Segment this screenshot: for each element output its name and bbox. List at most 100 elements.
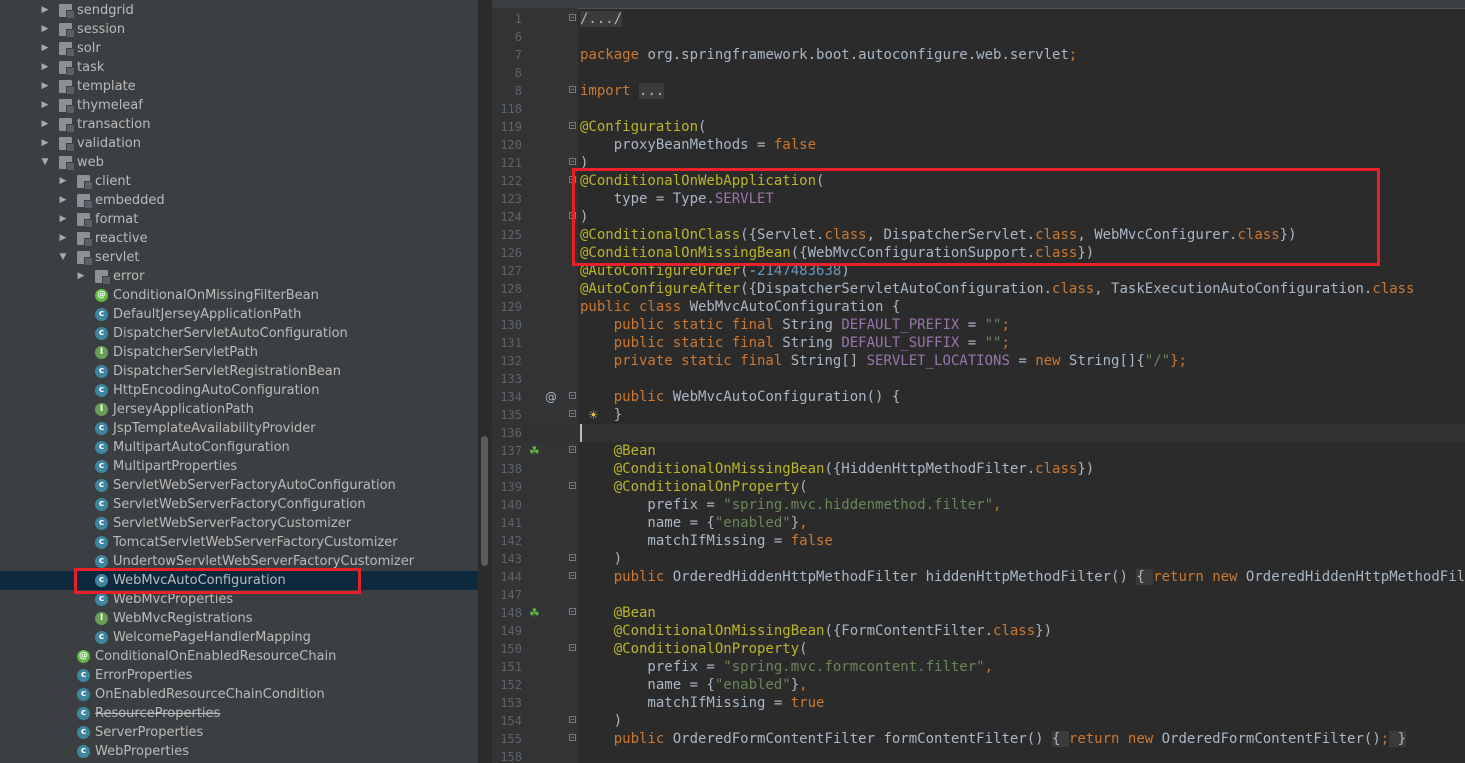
code-line[interactable]: 135 ☀ } (492, 406, 1465, 424)
tree-item-dispatcherservletautoconfiguration[interactable]: c DispatcherServletAutoConfiguration (0, 324, 478, 343)
expand-arrow-icon[interactable]: ▶ (58, 229, 68, 248)
expand-arrow-icon[interactable]: ▶ (40, 58, 50, 77)
tree-item-webproperties[interactable]: c WebProperties (0, 742, 478, 761)
tree-item-onenabledresourcechaincondition[interactable]: c OnEnabledResourceChainCondition (0, 685, 478, 704)
code-line[interactable]: 147 (492, 586, 1465, 604)
tree-item-web[interactable]: ▼ web (0, 153, 478, 172)
tree-item-dispatcherservletpath[interactable]: I DispatcherServletPath (0, 343, 478, 362)
code-line[interactable]: 150 @ConditionalOnProperty( (492, 640, 1465, 658)
code-line[interactable]: 8 import ... (492, 82, 1465, 100)
fold-marker-icon[interactable] (569, 482, 576, 489)
fold-marker-icon[interactable] (569, 14, 576, 21)
tree-item-defaultjerseyapplicationpath[interactable]: c DefaultJerseyApplicationPath (0, 305, 478, 324)
tree-item-servletwebserverfactorycustomizer[interactable]: c ServletWebServerFactoryCustomizer (0, 514, 478, 533)
code-line[interactable]: 128 @AutoConfigureAfter({DispatcherServle… (492, 280, 1465, 298)
code-line[interactable]: 153 matchIfMissing = true (492, 694, 1465, 712)
tree-item-transaction[interactable]: ▶ transaction (0, 115, 478, 134)
code-line[interactable]: 143 ) (492, 550, 1465, 568)
code-line[interactable]: 158 (492, 748, 1465, 763)
expand-arrow-icon[interactable]: ▶ (40, 134, 50, 153)
tree-item-session[interactable]: ▶ session (0, 20, 478, 39)
tree-item-reactive[interactable]: ▶ reactive (0, 229, 478, 248)
collapse-arrow-icon[interactable]: ▼ (58, 248, 68, 267)
code-line[interactable]: 144 public OrderedHiddenHttpMethodFilter… (492, 568, 1465, 586)
fold-marker-icon[interactable] (569, 176, 576, 183)
code-line[interactable]: 120 proxyBeanMethods = false (492, 136, 1465, 154)
expand-arrow-icon[interactable]: ▶ (40, 115, 50, 134)
fold-marker-icon[interactable] (569, 212, 576, 219)
code-line[interactable]: 155 public OrderedFormContentFilter form… (492, 730, 1465, 748)
code-line[interactable]: 149 @ConditionalOnMissingBean({FormConte… (492, 622, 1465, 640)
bean-icon[interactable]: ☘ (529, 442, 540, 460)
code-line[interactable]: 121) (492, 154, 1465, 172)
fold-marker-icon[interactable] (569, 572, 576, 579)
code-line[interactable]: 151 prefix = "spring.mvc.formcontent.fil… (492, 658, 1465, 676)
fold-marker-icon[interactable] (569, 608, 576, 615)
at-sign-icon[interactable]: @ (545, 388, 557, 406)
code-line[interactable]: 1 /.../ (492, 10, 1465, 28)
code-line[interactable]: 127 @AutoConfigureOrder(-2147483638) (492, 262, 1465, 280)
tree-item-resourceproperties[interactable]: c ResourceProperties (0, 704, 478, 723)
tree-item-webmvcproperties[interactable]: c WebMvcProperties (0, 590, 478, 609)
tree-item-tomcatservletwebserverfactorycustomizer[interactable]: c TomcatServletWebServerFactoryCustomizer (0, 533, 478, 552)
code-line[interactable]: 140 prefix = "spring.mvc.hiddenmethod.fi… (492, 496, 1465, 514)
tree-item-sendgrid[interactable]: ▶ sendgrid (0, 1, 478, 20)
fold-marker-icon[interactable] (569, 410, 576, 417)
tree-item-jerseyapplicationpath[interactable]: I JerseyApplicationPath (0, 400, 478, 419)
expand-arrow-icon[interactable]: ▶ (40, 1, 50, 20)
code-line[interactable]: 136 (492, 424, 1465, 442)
code-line[interactable]: 118 (492, 100, 1465, 118)
code-line[interactable]: 137 ☘ @Bean (492, 442, 1465, 460)
tree-item-errorproperties[interactable]: c ErrorProperties (0, 666, 478, 685)
fold-marker-icon[interactable] (569, 86, 576, 93)
tree-item-servletwebserverfactoryconfiguration[interactable]: c ServletWebServerFactoryConfiguration (0, 495, 478, 514)
tree-item-embedded[interactable]: ▶ embedded (0, 191, 478, 210)
code-line[interactable]: 131 public static final String DEFAULT_S… (492, 334, 1465, 352)
fold-marker-icon[interactable] (569, 158, 576, 165)
tree-item-servletwebserverfactoryautoconfiguration[interactable]: c ServletWebServerFactoryAutoConfiguratio… (0, 476, 478, 495)
fold-marker-icon[interactable] (569, 392, 576, 399)
code-line[interactable]: 132 private static final String[] SERVLE… (492, 352, 1465, 370)
code-line[interactable]: 152 name = {"enabled"}, (492, 676, 1465, 694)
tree-item-servlet[interactable]: ▼ servlet (0, 248, 478, 267)
code-line[interactable]: 138 @ConditionalOnMissingBean({HiddenHtt… (492, 460, 1465, 478)
tree-item-client[interactable]: ▶ client (0, 172, 478, 191)
code-line[interactable]: 119 @Configuration( (492, 118, 1465, 136)
expand-arrow-icon[interactable]: ▶ (58, 191, 68, 210)
tree-item-thymeleaf[interactable]: ▶ thymeleaf (0, 96, 478, 115)
code-editor[interactable]: 1 /.../ 6 7 package org.springframework.boot… (492, 0, 1465, 763)
code-line[interactable]: 124) (492, 208, 1465, 226)
code-line[interactable]: 8 (492, 64, 1465, 82)
expand-arrow-icon[interactable]: ▶ (58, 172, 68, 191)
tree-item-solr[interactable]: ▶ solr (0, 39, 478, 58)
tree-item-webmvcautoconfiguration[interactable]: c WebMvcAutoConfiguration (0, 571, 478, 590)
code-line[interactable]: 126 @ConditionalOnMissingBean({WebMvcConf… (492, 244, 1465, 262)
code-line[interactable]: 122 @ConditionalOnWebApplication( (492, 172, 1465, 190)
code-line[interactable]: 148 ☘ @Bean (492, 604, 1465, 622)
tree-item-welcomepagehandlermapping[interactable]: c WelcomePageHandlerMapping (0, 628, 478, 647)
tree-item-task[interactable]: ▶ task (0, 58, 478, 77)
code-line[interactable]: 7 package org.springframework.boot.autoco… (492, 46, 1465, 64)
expand-arrow-icon[interactable]: ▶ (40, 20, 50, 39)
expand-arrow-icon[interactable]: ▶ (76, 267, 86, 286)
tree-item-serverproperties[interactable]: c ServerProperties (0, 723, 478, 742)
bean-icon[interactable]: ☘ (529, 604, 540, 622)
tree-item-validation[interactable]: ▶ validation (0, 134, 478, 153)
code-line[interactable]: 125 @ConditionalOnClass({Servlet.class, D… (492, 226, 1465, 244)
tree-item-error[interactable]: ▶ error (0, 267, 478, 286)
code-line[interactable]: 142 matchIfMissing = false (492, 532, 1465, 550)
fold-marker-icon[interactable] (569, 644, 576, 651)
code-line[interactable]: 139 @ConditionalOnProperty( (492, 478, 1465, 496)
tree-item-httpencodingautoconfiguration[interactable]: c HttpEncodingAutoConfiguration (0, 381, 478, 400)
tree-item-multipartproperties[interactable]: c MultipartProperties (0, 457, 478, 476)
code-line[interactable]: 123 type = Type.SERVLET (492, 190, 1465, 208)
fold-marker-icon[interactable] (569, 122, 576, 129)
expand-arrow-icon[interactable]: ▶ (58, 210, 68, 229)
fold-marker-icon[interactable] (569, 716, 576, 723)
code-line[interactable]: 129 public class WebMvcAutoConfiguration … (492, 298, 1465, 316)
code-line[interactable]: 141 name = {"enabled"}, (492, 514, 1465, 532)
collapse-arrow-icon[interactable]: ▼ (40, 153, 50, 172)
expand-arrow-icon[interactable]: ▶ (40, 39, 50, 58)
tree-item-format[interactable]: ▶ format (0, 210, 478, 229)
expand-arrow-icon[interactable]: ▶ (40, 96, 50, 115)
